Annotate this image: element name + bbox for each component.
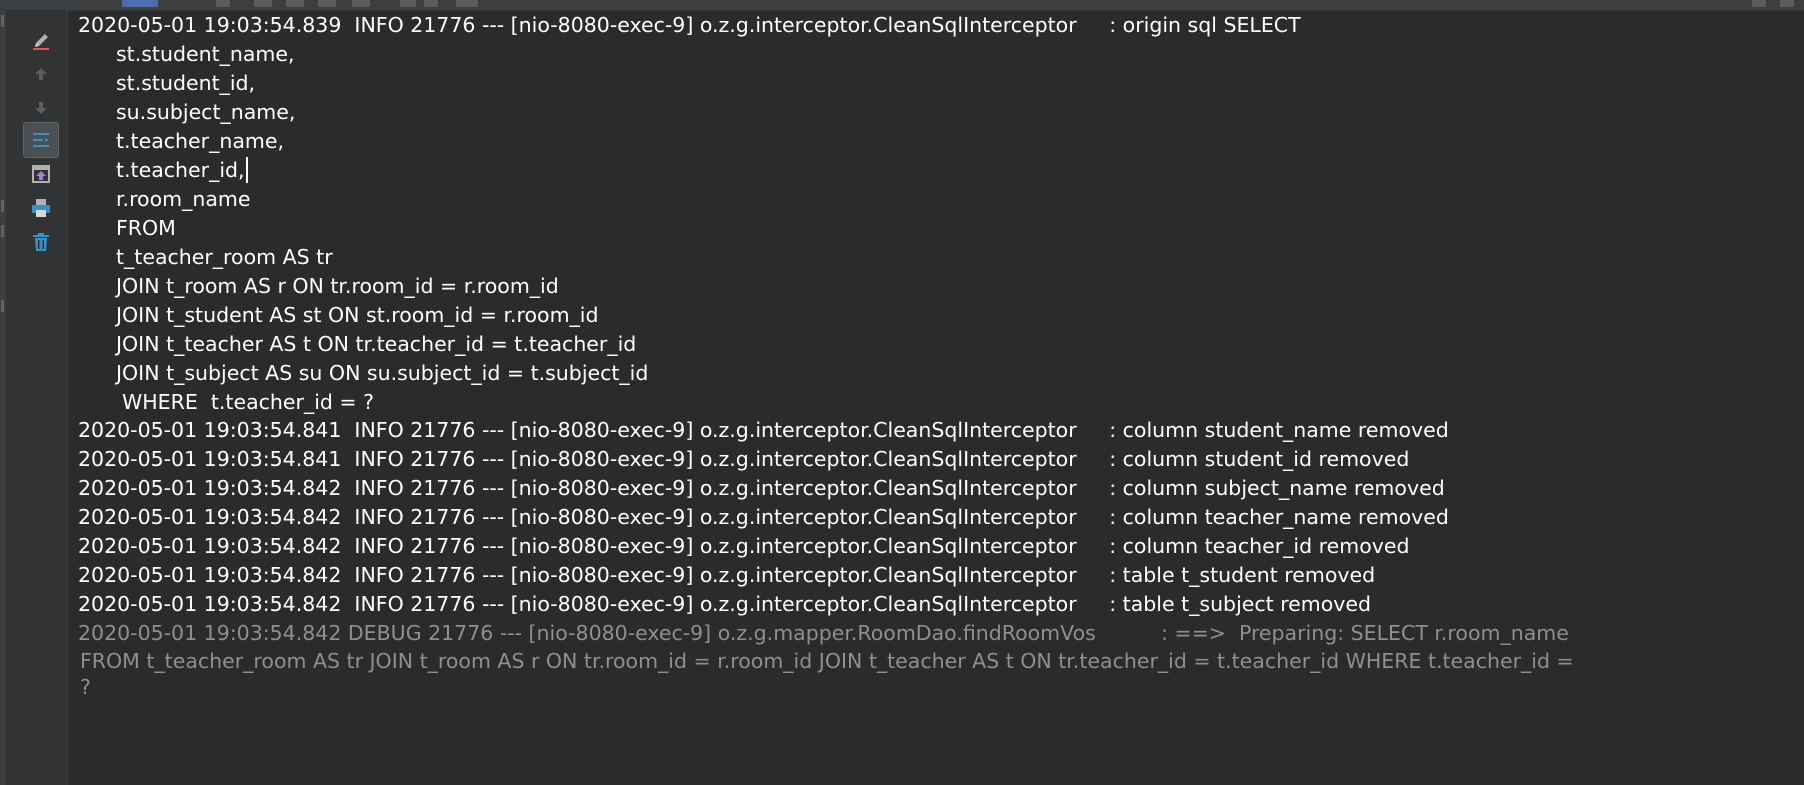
print-icon[interactable] (23, 190, 59, 226)
sql-line: su.subject_name, (116, 100, 296, 124)
log-line-debug-continuation: ? (80, 675, 91, 699)
sql-line: st.student_id, (116, 71, 256, 95)
sql-line: JOIN t_room AS r ON tr.room_id = r.room_… (116, 274, 559, 298)
toolbar-button[interactable] (216, 0, 230, 7)
log-line-info: 2020-05-01 19:03:54.841 INFO 21776 --- [… (78, 418, 1449, 442)
sql-line: st.student_name, (116, 42, 295, 66)
sql-line: t.teacher_id, (116, 158, 245, 182)
log-line-info: 2020-05-01 19:03:54.841 INFO 21776 --- [… (78, 447, 1410, 471)
toolbar-button[interactable] (286, 0, 304, 7)
console-tool-column (7, 10, 68, 785)
sql-line: t_teacher_room AS tr (116, 245, 333, 269)
down-arrow-icon[interactable] (23, 90, 59, 126)
log-line-info: 2020-05-01 19:03:54.842 INFO 21776 --- [… (78, 476, 1445, 500)
sql-line: r.room_name (116, 187, 251, 211)
left-panel-gutter (0, 10, 7, 785)
log-line-debug: 2020-05-01 19:03:54.842 DEBUG 21776 --- … (78, 621, 1569, 645)
sql-line: FROM (116, 216, 176, 240)
toolbar-button[interactable] (254, 0, 272, 7)
toolbar-button[interactable] (352, 0, 370, 7)
log-line-info: 2020-05-01 19:03:54.842 INFO 21776 --- [… (78, 563, 1376, 587)
soft-wrap-icon[interactable] (23, 22, 59, 58)
toolbar-button[interactable] (456, 0, 478, 7)
log-line-info: 2020-05-01 19:03:54.842 INFO 21776 --- [… (78, 592, 1372, 616)
log-line-info: 2020-05-01 19:03:54.842 INFO 21776 --- [… (78, 505, 1449, 529)
toolbar-button[interactable] (424, 0, 438, 7)
scroll-to-end-icon[interactable] (23, 156, 59, 192)
active-tab-indicator[interactable] (122, 0, 158, 7)
filter-icon[interactable] (23, 122, 59, 158)
sql-line: JOIN t_subject AS su ON su.subject_id = … (116, 361, 649, 385)
hide-icon[interactable] (1780, 0, 1794, 7)
toolbar-button[interactable] (400, 0, 416, 7)
log-line-debug-continuation: FROM t_teacher_room AS tr JOIN t_room AS… (80, 649, 1574, 673)
log-line-origin-sql: 2020-05-01 19:03:54.839 INFO 21776 --- [… (78, 13, 1301, 37)
sql-line: JOIN t_teacher AS t ON tr.teacher_id = t… (116, 332, 637, 356)
sql-where-line: WHERE t.teacher_id = ? (122, 390, 374, 414)
log-line-info: 2020-05-01 19:03:54.842 INFO 21776 --- [… (78, 534, 1410, 558)
sql-line: JOIN t_student AS st ON st.room_id = r.r… (116, 303, 599, 327)
up-arrow-icon[interactable] (23, 56, 59, 92)
text-caret (245, 157, 248, 183)
settings-icon[interactable] (1752, 0, 1766, 7)
console-output[interactable]: 2020-05-01 19:03:54.839 INFO 21776 --- [… (68, 10, 1804, 785)
sql-line-with-caret: t.teacher_id, (116, 156, 248, 185)
toolbar-button[interactable] (318, 0, 336, 7)
sql-line: t.teacher_name, (116, 129, 284, 153)
trash-icon[interactable] (23, 224, 59, 260)
